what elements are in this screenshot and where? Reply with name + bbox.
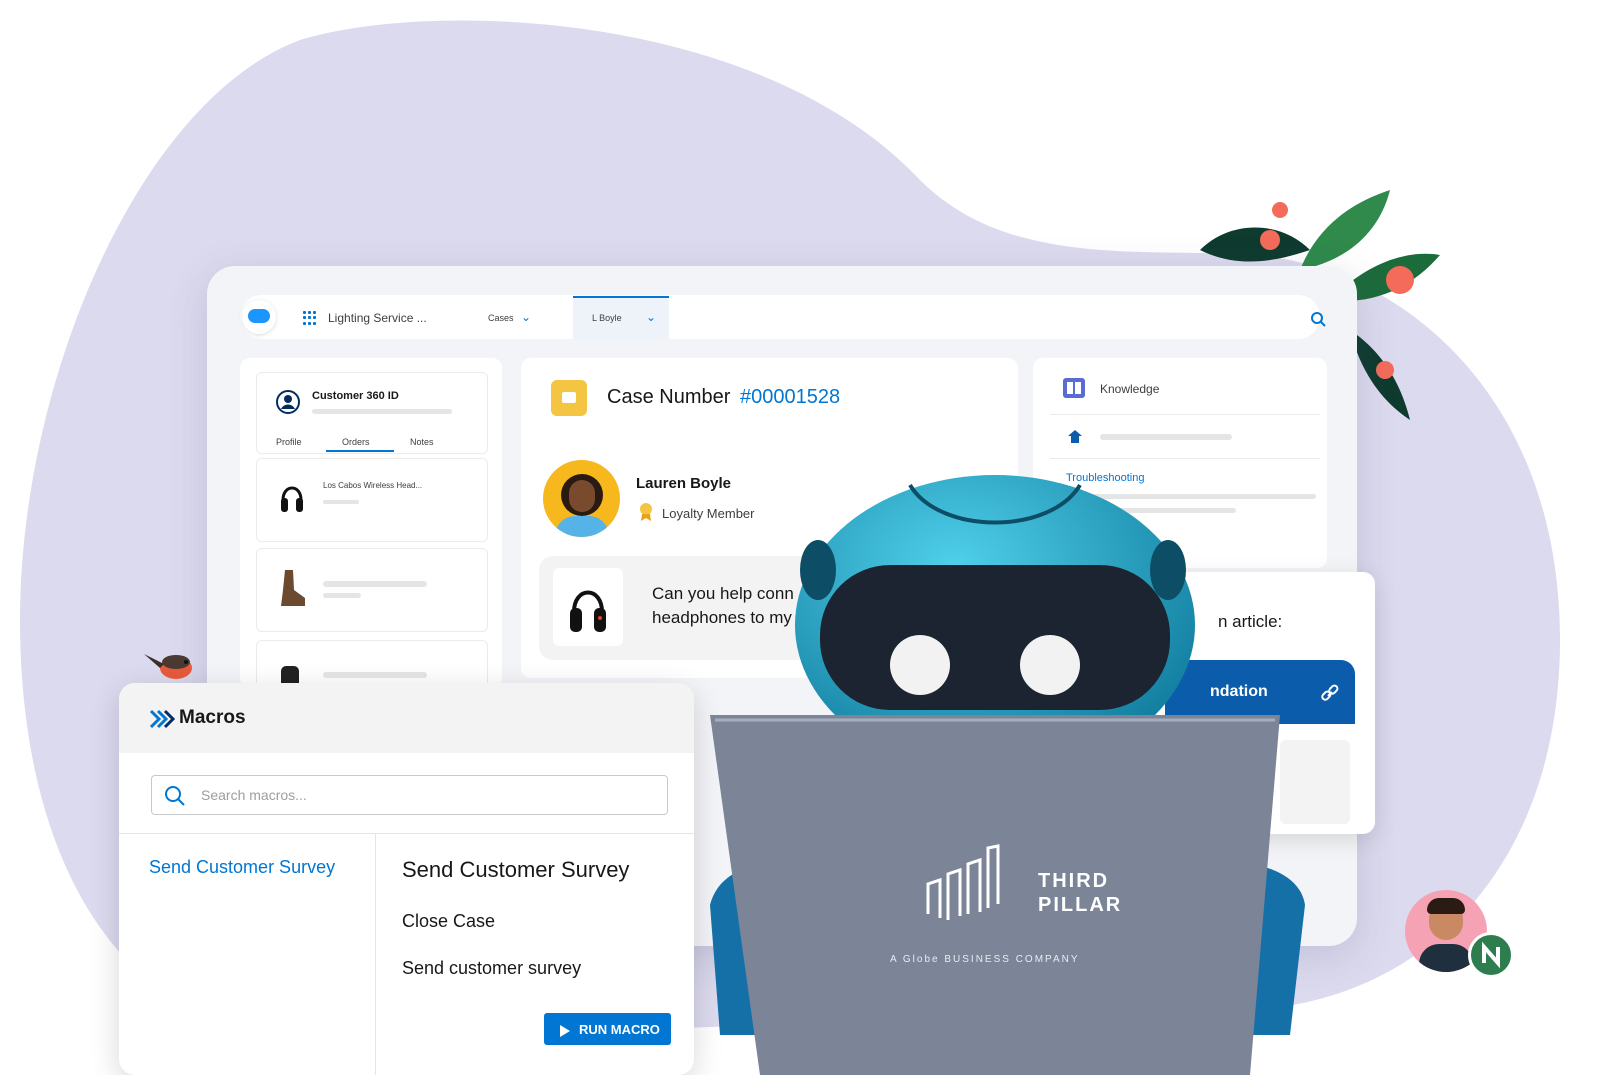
tab-orders-underline (326, 450, 394, 452)
tab-notes[interactable]: Notes (410, 437, 434, 447)
case-icon (551, 380, 587, 416)
brand-tagline: A Globe BUSINESS COMPANY (890, 954, 1080, 965)
placeholder-bar (323, 593, 361, 598)
agent-badge-icon (1482, 941, 1500, 969)
divider (119, 833, 694, 834)
macro-step: Send customer survey (402, 958, 582, 978)
placeholder-bar (323, 500, 359, 504)
app-name[interactable]: Lighting Service ... (328, 311, 427, 325)
run-macro-label: RUN MACRO (579, 1022, 660, 1037)
search-icon[interactable] (1310, 311, 1326, 327)
divider (1050, 414, 1320, 415)
chevron-down-icon[interactable]: ⌄ (521, 310, 531, 324)
chevron-down-icon[interactable]: ⌄ (646, 310, 656, 324)
macros-title: Macros (179, 707, 246, 728)
macros-search-placeholder: Search macros... (201, 787, 307, 803)
tab-profile[interactable]: Profile (276, 437, 302, 447)
tab-lboyle-label: L Boyle (592, 313, 622, 323)
divider (1050, 458, 1320, 459)
macro-detail-title: Send Customer Survey (402, 857, 630, 882)
bird-illustration (144, 654, 192, 679)
divider (375, 833, 376, 1075)
search-icon (165, 786, 185, 806)
tab-cases[interactable]: Cases (488, 313, 514, 323)
customer-avatar (543, 460, 620, 537)
play-icon (560, 1025, 570, 1037)
headphones-icon (281, 486, 303, 512)
order-item-name: Los Cabos Wireless Head... (323, 481, 423, 490)
brand-line-1: THIRD (1038, 870, 1110, 892)
macros-panel: Macros Search macros... Send Customer Su… (119, 683, 694, 1075)
placeholder-bar (323, 672, 427, 678)
macros-chevron-icon (149, 709, 175, 729)
headphones-icon (570, 590, 606, 632)
brand-line-2: PILLAR (1038, 894, 1123, 916)
customer-panel-title: Customer 360 ID (312, 390, 399, 402)
loyalty-badge-icon (640, 503, 652, 521)
robot-mascot (710, 475, 1305, 1075)
boot-icon (281, 570, 305, 606)
agent-badge (1468, 932, 1514, 978)
knowledge-icon (1063, 378, 1085, 398)
salesforce-cloud-icon (248, 309, 270, 323)
case-number[interactable]: #00001528 (740, 386, 840, 409)
tab-orders[interactable]: Orders (342, 437, 370, 447)
macro-step: Close Case (402, 911, 496, 931)
placeholder-bar (1100, 434, 1232, 440)
case-number-label: Case Number (607, 386, 731, 408)
article-icon (1068, 430, 1082, 443)
customer-360-icon (276, 390, 300, 414)
third-pillar-logo (926, 844, 1000, 920)
placeholder-bar (312, 409, 452, 414)
placeholder-bar (323, 581, 427, 587)
app-launcher-icon[interactable] (303, 311, 317, 325)
knowledge-title: Knowledge (1100, 382, 1160, 396)
macro-list-item[interactable]: Send Customer Survey (149, 857, 335, 878)
